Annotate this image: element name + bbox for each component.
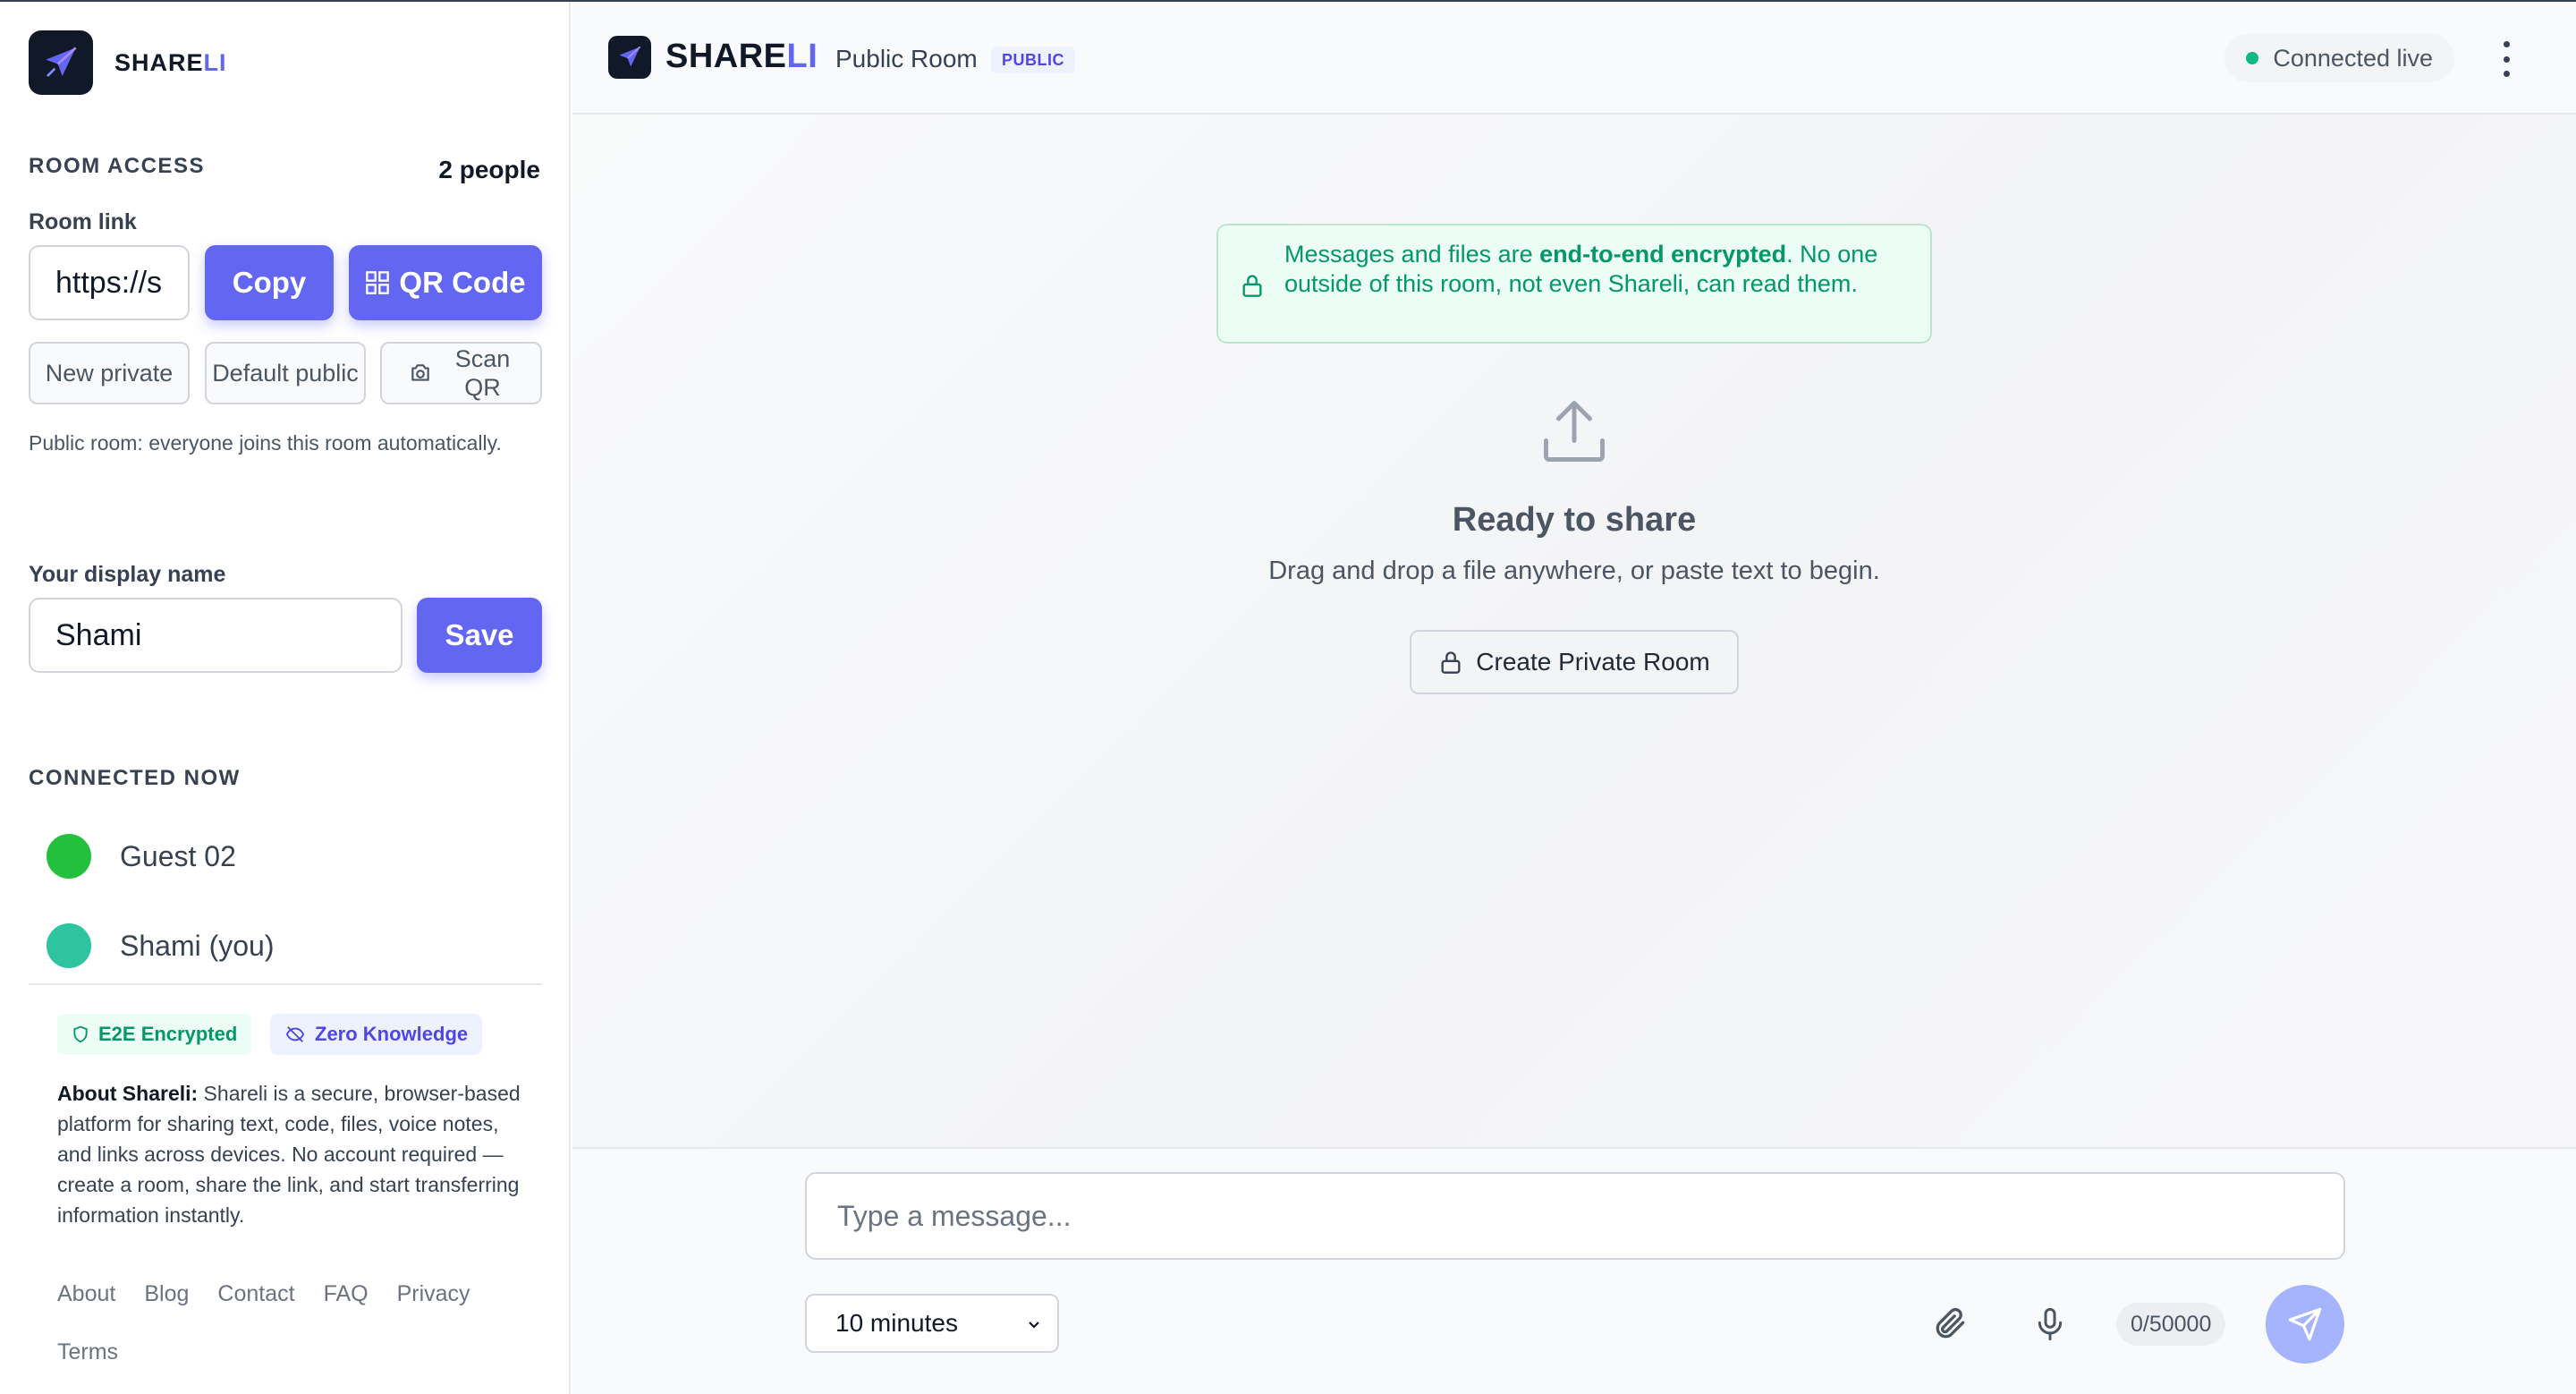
message-input[interactable]: Type a message... [805,1172,2345,1260]
footer-link-blog[interactable]: Blog [144,1281,189,1307]
user-status-dot [47,834,91,879]
sidebar-divider [29,983,542,985]
sidebar-brand-name: SHARELI [114,48,227,76]
status-dot [2246,52,2259,64]
send-icon [2288,1307,2322,1341]
eye-off-icon [285,1026,305,1042]
connected-user: Shami (you) [47,923,275,968]
display-name-label: Your display name [29,562,226,587]
encryption-notice: Messages and files are end-to-end encryp… [1216,224,1932,344]
zero-knowledge-badge: Zero Knowledge [270,1014,483,1055]
scan-qr-button[interactable]: Scan QR [380,342,542,404]
shield-icon [73,1025,88,1043]
room-link-label: Room link [29,209,137,234]
people-count: 2 people [438,156,540,183]
save-name-button[interactable]: Save [417,598,542,673]
microphone-icon[interactable] [2027,1301,2073,1347]
connected-now-heading: CONNECTED NOW [29,766,241,790]
paperclip-icon[interactable] [1927,1301,1973,1347]
sidebar-brand[interactable]: SHARELI [29,30,227,95]
message-composer: Type a message... 10 minutes 0/50000 [572,1147,2576,1394]
room-help-text: Public room: everyone joins this room au… [29,431,502,455]
display-name-input[interactable]: Shami [29,598,402,673]
qr-code-button[interactable]: QR Code [349,245,542,320]
room-type-badge: PUBLIC [991,47,1075,73]
copy-link-button[interactable]: Copy [205,245,334,320]
footer-link-privacy[interactable]: Privacy [397,1281,470,1307]
chevron-down-icon [1029,1322,1039,1329]
empty-state-title: Ready to share [1452,501,1697,539]
new-private-button[interactable]: New private [29,342,190,404]
user-name: Shami (you) [120,929,275,962]
user-status-dot [47,923,91,968]
camera-icon [411,364,429,381]
e2e-badge: E2E Encrypted [57,1014,252,1055]
kebab-menu-icon[interactable] [2501,41,2512,77]
char-counter: 0/50000 [2116,1303,2226,1346]
main-panel: SHARELI Public Room PUBLIC Connected liv… [572,2,2576,1394]
footer-link-contact[interactable]: Contact [217,1281,294,1307]
qr-grid-icon [366,271,390,294]
upload-icon [1544,401,1605,462]
footer-link-terms[interactable]: Terms [57,1339,118,1365]
create-private-room-button[interactable]: Create Private Room [1410,630,1739,694]
top-header: SHARELI Public Room PUBLIC Connected liv… [572,2,2576,115]
connected-user: Guest 02 [47,834,236,879]
user-name: Guest 02 [120,839,236,872]
send-button[interactable] [2266,1285,2344,1364]
lock-icon [1242,275,1262,297]
connection-status-label: Connected live [2273,44,2433,72]
expiry-select[interactable]: 10 minutes [805,1294,1059,1353]
paper-plane-icon [29,30,93,95]
footer-links: About Blog Contact FAQ Privacy Terms [57,1281,531,1365]
sidebar: SHARELI ROOM ACCESS 2 people Room link h… [0,2,571,1394]
room-access-heading: ROOM ACCESS [29,154,205,178]
header-brand[interactable]: SHARELI [665,38,818,76]
footer-link-about[interactable]: About [57,1281,115,1307]
default-public-button[interactable]: Default public [205,342,366,404]
room-link-input[interactable]: https://s [29,245,190,320]
connection-status: Connected live [2224,34,2454,82]
about-text: About Shareli: Shareli is a secure, brow… [57,1082,521,1227]
empty-state-subtitle: Drag and drop a file anywhere, or paste … [1268,557,1880,585]
footer-link-faq[interactable]: FAQ [324,1281,369,1307]
room-name: Public Room [835,45,978,72]
paper-plane-icon[interactable] [608,36,651,79]
lock-icon [1441,651,1461,674]
qr-code-label: QR Code [399,266,526,299]
scan-qr-label: Scan QR [454,345,511,401]
